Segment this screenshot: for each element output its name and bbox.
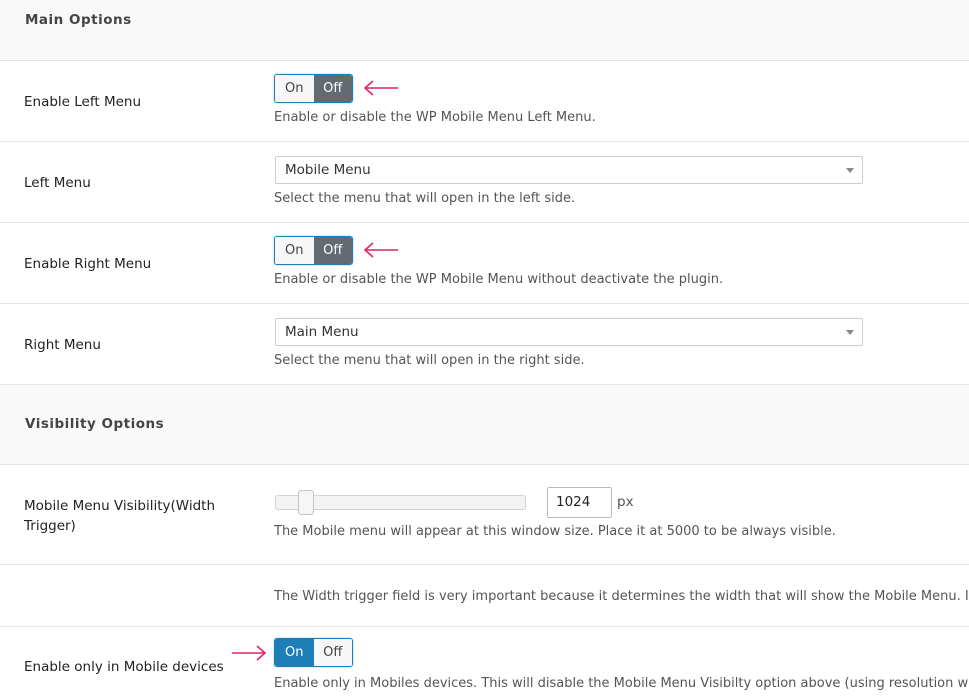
row-enable-left-menu: Enable Left Menu [0, 61, 969, 142]
section-title-visibility: Visibility Options [25, 416, 165, 432]
enable-right-menu-toggle[interactable]: On Off [274, 236, 353, 265]
enable-right-menu-desc: Enable or disable the WP Mobile Menu wit… [274, 272, 724, 287]
section-title-main: Main Options [25, 12, 132, 28]
visibility-width-desc: The Mobile menu will appear at this wind… [274, 524, 836, 539]
enable-right-menu-label: Enable Right Menu [24, 256, 152, 272]
mobile-only-label: Enable only in Mobile devices [24, 659, 224, 675]
enable-right-on-option[interactable]: On [275, 237, 314, 264]
width-slider-handle[interactable] [298, 490, 314, 515]
width-trigger-input[interactable]: 1024 [547, 487, 612, 518]
enable-left-menu-label: Enable Left Menu [24, 94, 142, 110]
width-trigger-value: 1024 [556, 494, 591, 510]
left-menu-desc: Select the menu that will open in the le… [274, 191, 576, 206]
chevron-down-icon [846, 168, 854, 173]
visibility-width-label-line2: Trigger) [24, 518, 76, 534]
enable-left-off-option[interactable]: Off [313, 75, 352, 102]
width-unit-label: px [617, 494, 634, 510]
arrow-right-icon [232, 645, 267, 661]
width-note-text: The Width trigger field is very importan… [274, 589, 969, 604]
right-menu-select[interactable]: Main Menu [275, 318, 863, 346]
row-enable-right-menu: Enable Right Menu [0, 223, 969, 304]
left-menu-selected-value: Mobile Menu [285, 162, 371, 178]
section-main-options: Main Options [0, 0, 969, 61]
enable-left-menu-desc: Enable or disable the WP Mobile Menu Lef… [274, 110, 596, 125]
row-visibility-width: Mobile Menu Visibility(Width Trigger) [0, 465, 969, 565]
visibility-width-label-line1: Mobile Menu Visibility(Width [24, 498, 215, 514]
mobile-only-off-option[interactable]: Off [313, 639, 352, 666]
left-menu-label: Left Menu [24, 175, 91, 191]
mobile-only-on-option[interactable]: On [275, 639, 314, 666]
chevron-down-icon [846, 330, 854, 335]
arrow-left-icon [363, 242, 398, 258]
arrow-left-icon [363, 80, 398, 96]
enable-right-off-option[interactable]: Off [313, 237, 352, 264]
enable-left-on-option[interactable]: On [275, 75, 314, 102]
mobile-only-desc: Enable only in Mobiles devices. This wil… [274, 676, 969, 691]
right-menu-selected-value: Main Menu [285, 324, 359, 340]
right-menu-desc: Select the menu that will open in the ri… [274, 353, 585, 368]
left-menu-select[interactable]: Mobile Menu [275, 156, 863, 184]
enable-left-menu-toggle[interactable]: On Off [274, 74, 353, 103]
section-visibility-options: Visibility Options [0, 385, 969, 465]
right-menu-label: Right Menu [24, 337, 101, 353]
mobile-only-toggle[interactable]: On Off [274, 638, 353, 667]
